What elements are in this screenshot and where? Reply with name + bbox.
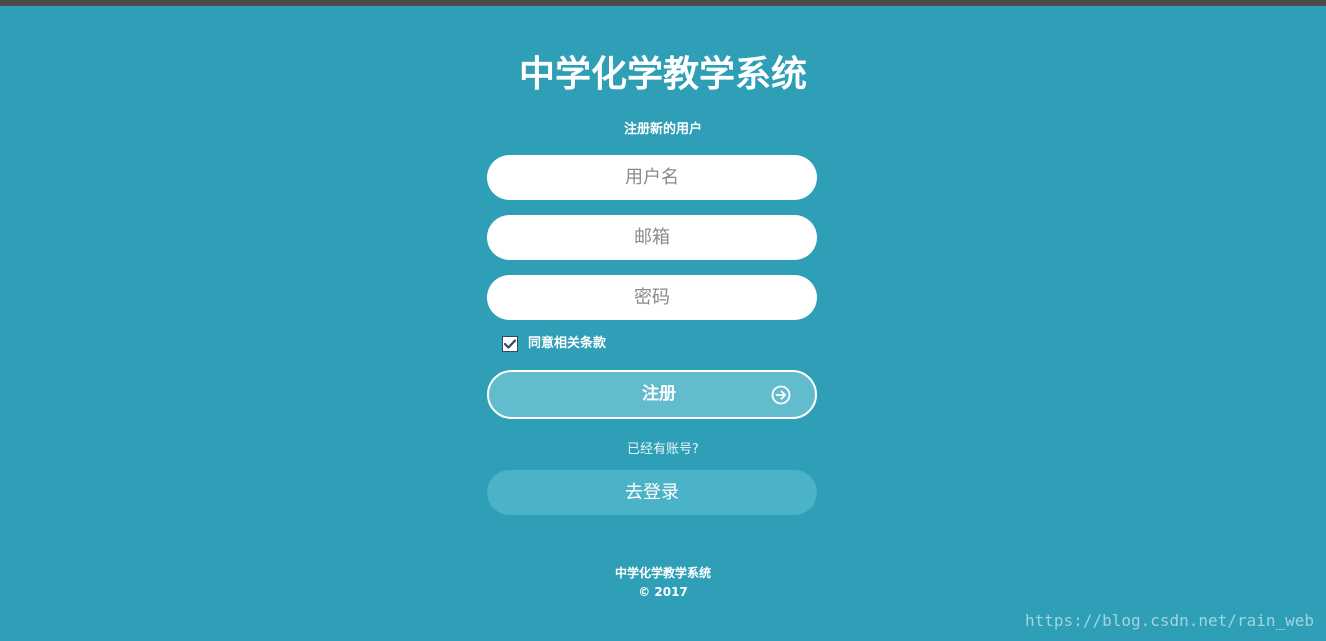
password-input[interactable]: [487, 275, 817, 320]
go-login-button[interactable]: 去登录: [487, 470, 817, 515]
check-icon: [504, 339, 516, 349]
agree-terms-label: 同意相关条款: [528, 336, 607, 351]
browser-top-bar: [0, 0, 1326, 6]
agree-terms-checkbox[interactable]: [502, 336, 518, 352]
have-account-prompt: 已经有账号?: [627, 442, 699, 457]
agree-terms-row[interactable]: 同意相关条款: [502, 335, 606, 353]
page-title: 中学化学教学系统: [518, 54, 807, 95]
watermark-url: https://blog.csdn.net/rain_web: [1025, 611, 1314, 630]
footer-copyright: © 2017: [638, 585, 688, 599]
footer-app-name: 中学化学教学系统: [614, 566, 711, 580]
form-subtitle: 注册新的用户: [623, 122, 702, 137]
email-input[interactable]: [487, 215, 817, 260]
arrow-circle-right-icon: [771, 385, 791, 405]
username-input[interactable]: [487, 155, 817, 200]
register-button[interactable]: 注册: [487, 370, 817, 419]
